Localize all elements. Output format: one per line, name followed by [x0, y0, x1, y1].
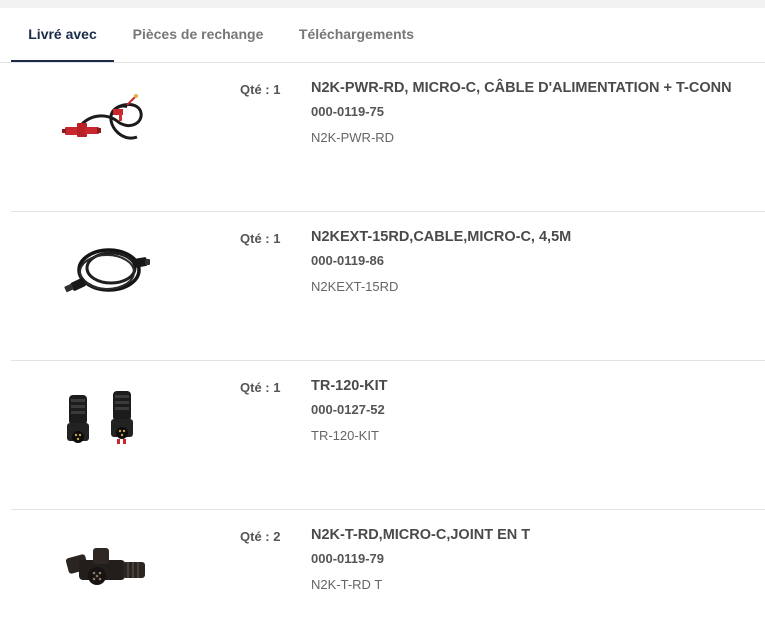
- quantity-label: Qté : 1: [240, 231, 281, 246]
- terminator-kit-image: [57, 381, 153, 461]
- part-number: 000-0127-52: [311, 402, 385, 417]
- t-joint-image: [57, 530, 153, 610]
- power-cable-image: [57, 83, 153, 163]
- product-title[interactable]: N2K-T-RD,MICRO-C,JOINT EN T: [311, 527, 530, 543]
- model-code: N2K-PWR-RD: [311, 130, 395, 145]
- included-items-panel: Livré avec Pièces de rechange Télécharge…: [0, 8, 765, 644]
- extension-cable-image: [57, 232, 153, 312]
- tab-downloads[interactable]: Téléchargements: [285, 8, 428, 62]
- product-title[interactable]: TR-120-KIT: [311, 378, 388, 394]
- part-number: 000-0119-75: [311, 104, 385, 119]
- list-item: Qté : 1 TR-120-KIT 000-0127-52 TR-120-KI…: [11, 361, 765, 510]
- model-code: N2K-T-RD T: [311, 577, 383, 592]
- part-number: 000-0119-86: [311, 253, 385, 268]
- product-title[interactable]: N2K-PWR-RD, MICRO-C, CÂBLE D'ALIMENTATIO…: [311, 80, 732, 96]
- tab-bar: Livré avec Pièces de rechange Télécharge…: [0, 8, 765, 63]
- product-title[interactable]: N2KEXT-15RD,CABLE,MICRO-C, 4,5M: [311, 229, 571, 245]
- list-item: Qté : 1 N2K-PWR-RD, MICRO-C, CÂBLE D'ALI…: [11, 63, 765, 212]
- model-code: TR-120-KIT: [311, 428, 379, 443]
- tab-spare-parts[interactable]: Pièces de rechange: [124, 8, 272, 62]
- quantity-label: Qté : 1: [240, 82, 281, 97]
- quantity-label: Qté : 2: [240, 529, 281, 544]
- list-item: Qté : 2 N2K-T-RD,MICRO-C,JOINT EN T 000-…: [11, 510, 765, 644]
- quantity-label: Qté : 1: [240, 380, 281, 395]
- tab-included[interactable]: Livré avec: [11, 8, 114, 62]
- model-code: N2KEXT-15RD: [311, 279, 399, 294]
- list-item: Qté : 1 N2KEXT-15RD,CABLE,MICRO-C, 4,5M …: [11, 212, 765, 361]
- part-number: 000-0119-79: [311, 551, 385, 566]
